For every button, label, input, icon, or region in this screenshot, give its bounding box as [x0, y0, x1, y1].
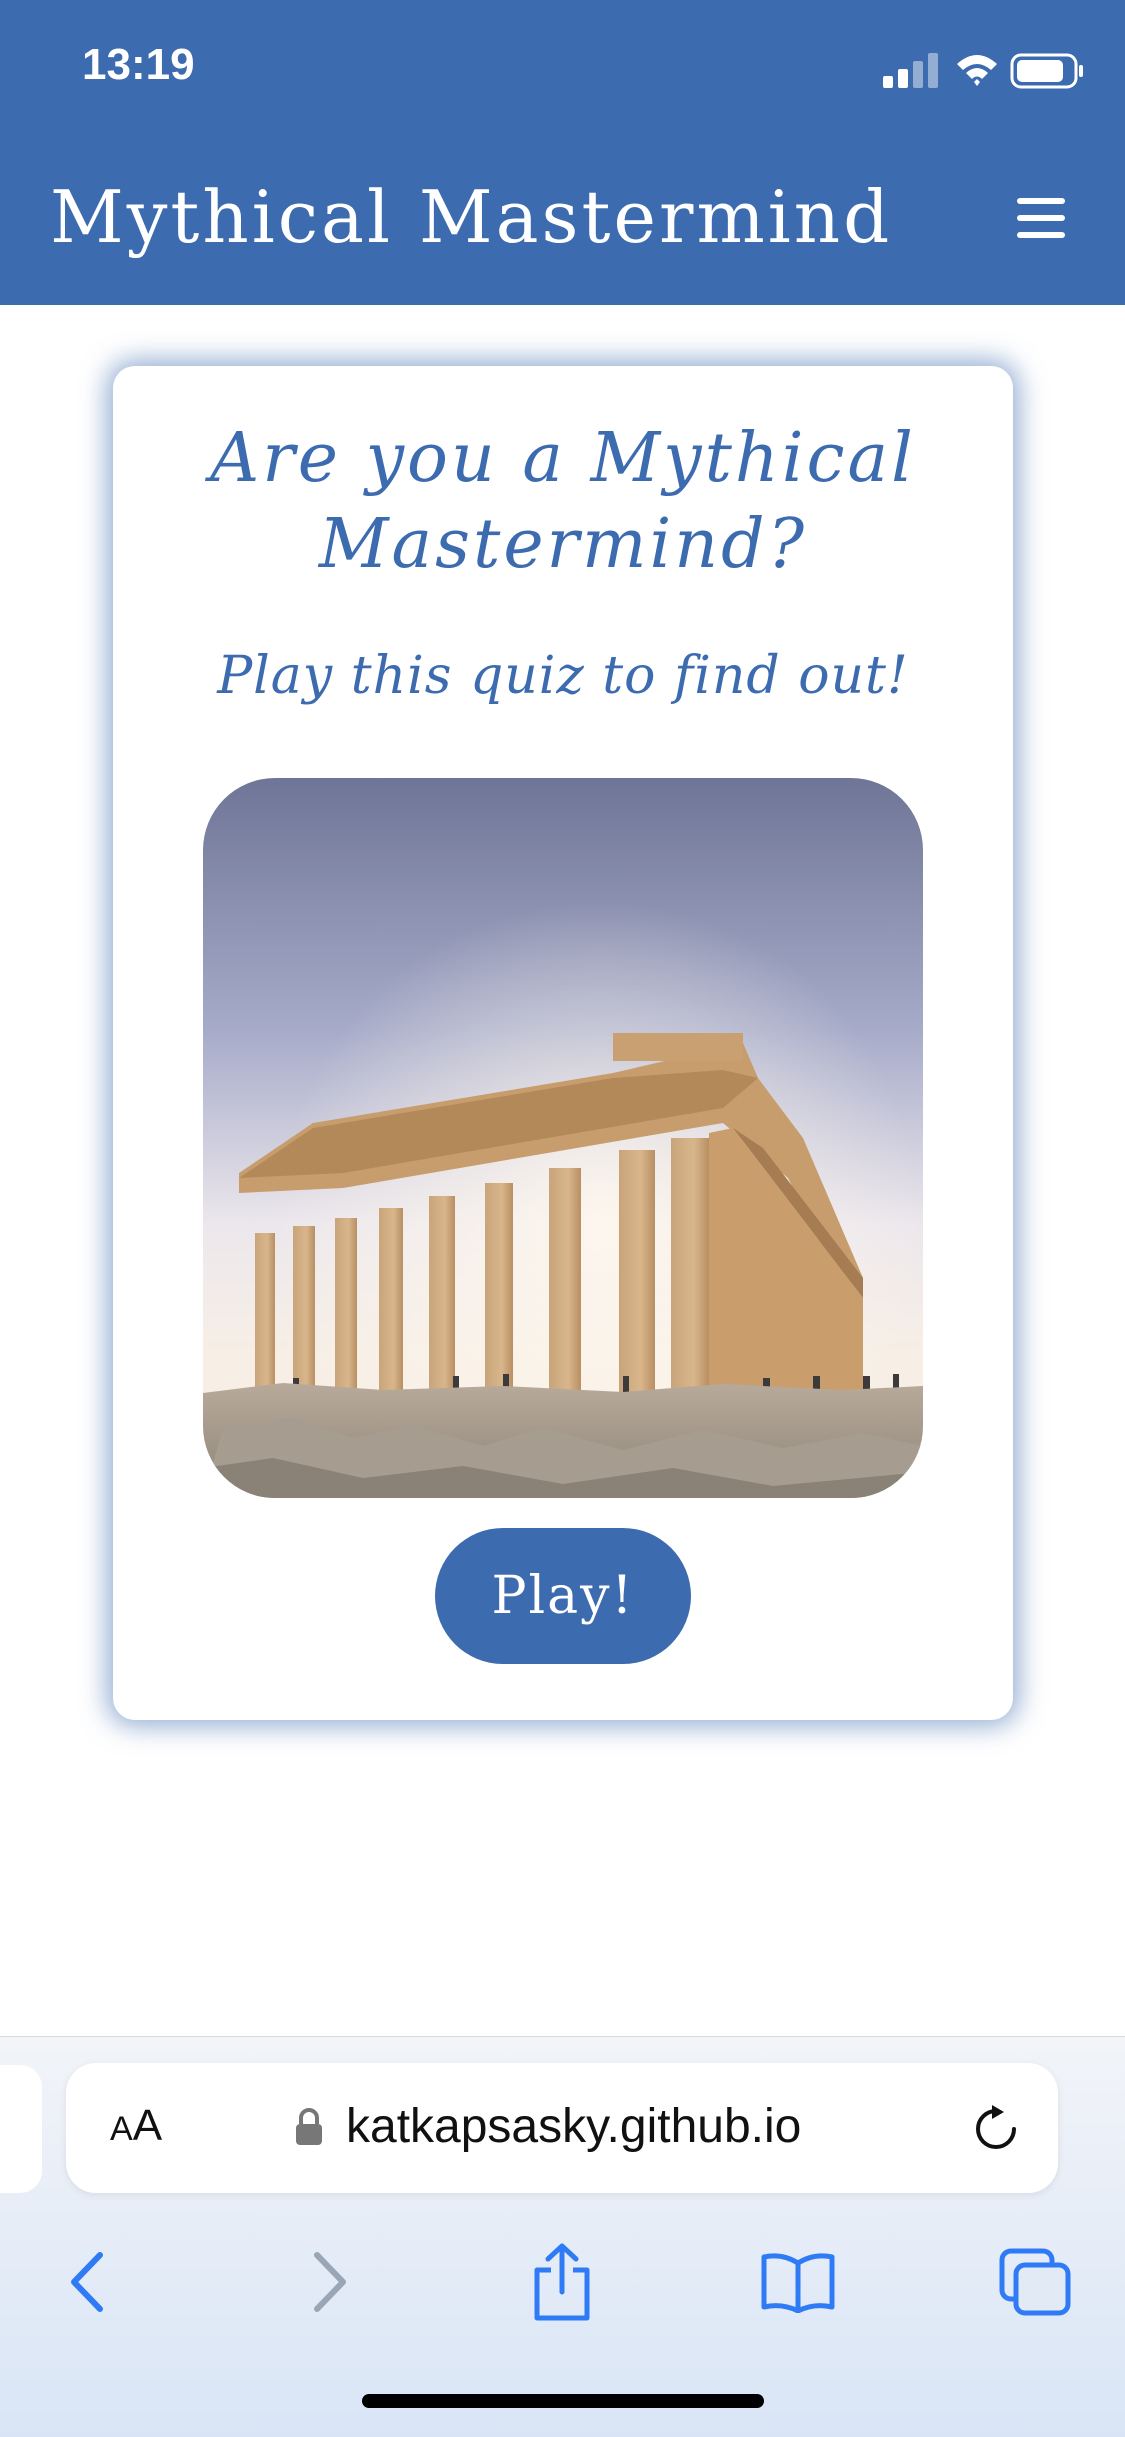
- bookmarks-icon[interactable]: [753, 2237, 843, 2327]
- tabs-icon[interactable]: [990, 2237, 1080, 2327]
- reload-icon[interactable]: [970, 2103, 1022, 2155]
- wifi-icon: [957, 55, 997, 86]
- card-subtitle: Play this quiz to find out!: [217, 646, 909, 706]
- play-button[interactable]: Play!: [435, 1528, 691, 1664]
- card-title-line1: Are you a Mythical: [210, 419, 916, 498]
- site-header: 13:19 Mythical Mastermind: [0, 0, 1125, 305]
- home-indicator: [362, 2394, 764, 2408]
- url-text[interactable]: katkapsasky.github.io: [346, 2099, 801, 2154]
- battery-icon: [1010, 53, 1083, 89]
- lock-icon: [296, 2108, 322, 2145]
- address-bar[interactable]: AA katkapsasky.github.io: [66, 2063, 1058, 2193]
- previous-tab-preview[interactable]: [0, 2065, 42, 2193]
- forward-icon[interactable]: [285, 2237, 375, 2327]
- card-title-line2: Mastermind?: [318, 505, 808, 584]
- status-icons: [883, 53, 1083, 89]
- back-icon[interactable]: [42, 2237, 132, 2327]
- share-icon[interactable]: [517, 2237, 607, 2327]
- status-time: 13:19: [82, 40, 195, 89]
- cellular-signal-icon: [883, 53, 938, 88]
- card-title: Are you a Mythical Mastermind?: [113, 416, 1013, 588]
- parthenon-photo: [203, 778, 923, 1498]
- quiz-intro-card: Are you a Mythical Mastermind? Play this…: [113, 366, 1013, 1720]
- hamburger-menu-icon[interactable]: [1017, 198, 1065, 238]
- browser-toolbar: AA katkapsasky.github.io: [0, 2036, 1125, 2437]
- reader-settings-button[interactable]: AA: [110, 2101, 162, 2151]
- site-title[interactable]: Mythical Mastermind: [50, 175, 892, 259]
